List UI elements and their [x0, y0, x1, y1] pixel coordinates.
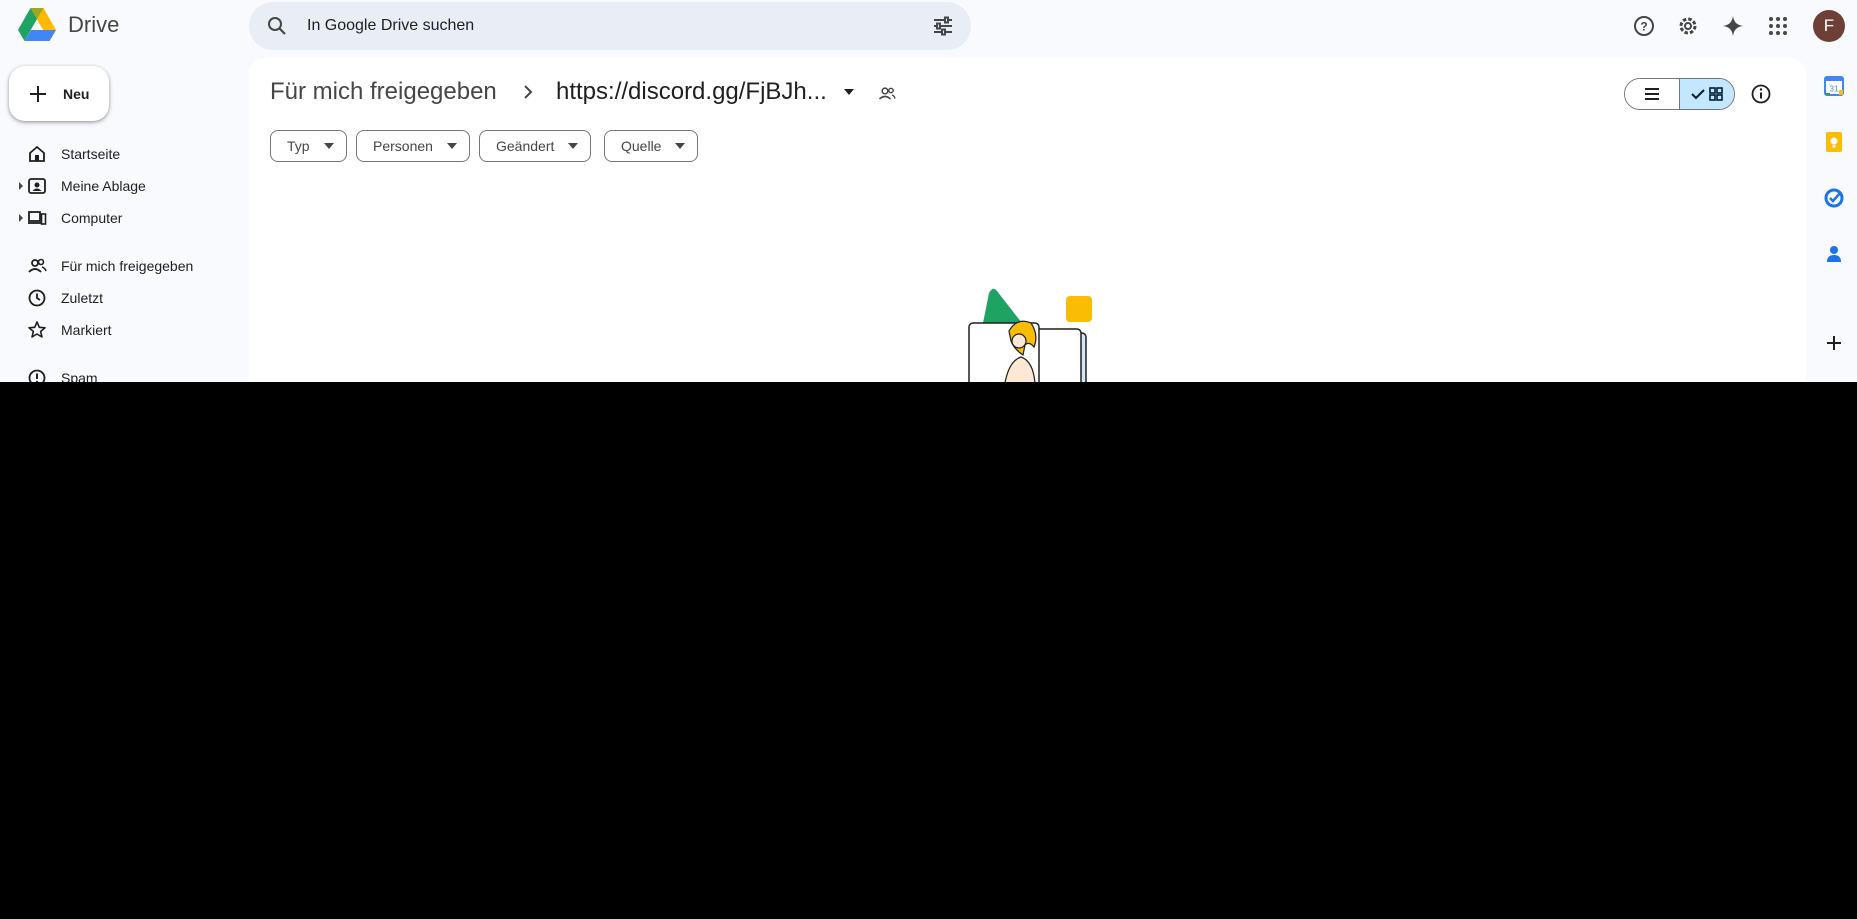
- sidebar-item-starred[interactable]: Markiert: [0, 314, 240, 346]
- apps-grid-icon[interactable]: [1762, 10, 1794, 42]
- sidebar-item-shared[interactable]: Für mich freigegeben: [0, 250, 240, 282]
- my-drive-icon: [28, 178, 46, 194]
- svg-text:31: 31: [1830, 85, 1839, 94]
- info-icon[interactable]: [1749, 82, 1773, 106]
- calendar-icon[interactable]: 31: [1822, 74, 1846, 98]
- drive-window: Drive In Google Drive suchen ? F Neu Sta…: [0, 0, 1857, 382]
- view-toggle[interactable]: [1624, 78, 1735, 110]
- sidebar-item-label: Markiert: [61, 322, 112, 338]
- sidebar-item-home[interactable]: Startseite: [0, 138, 240, 170]
- sidebar-item-computers[interactable]: Computer: [0, 202, 240, 234]
- filter-modified-chip[interactable]: Geändert: [479, 130, 592, 162]
- add-icon[interactable]: [1822, 331, 1846, 355]
- blank-area: [0, 382, 1857, 919]
- search-bar[interactable]: In Google Drive suchen: [249, 2, 971, 50]
- sidebar-item-label: Spam: [61, 370, 98, 382]
- empty-folder-illustration: [968, 288, 1092, 382]
- sidebar-item-label: Für mich freigegeben: [61, 258, 194, 274]
- gemini-sparkle-icon[interactable]: [1717, 10, 1749, 42]
- keep-icon[interactable]: [1822, 130, 1846, 154]
- chip-label: Typ: [287, 138, 310, 154]
- breadcrumb-current[interactable]: https://discord.gg/FjBJh...: [556, 78, 827, 106]
- new-button-label: Neu: [63, 85, 90, 102]
- filter-type-chip[interactable]: Typ: [270, 130, 347, 162]
- check-icon: [1691, 89, 1705, 100]
- sidebar-item-label: Computer: [61, 210, 123, 226]
- shared-folder-icon[interactable]: [877, 84, 897, 104]
- chip-label: Personen: [373, 138, 433, 154]
- svg-text:?: ?: [1640, 20, 1647, 34]
- contacts-icon[interactable]: [1822, 242, 1846, 266]
- sidebar-item-label: Startseite: [61, 146, 121, 162]
- help-icon[interactable]: ?: [1628, 10, 1660, 42]
- new-button[interactable]: Neu: [9, 66, 109, 121]
- search-icon[interactable]: [265, 14, 289, 38]
- main-content: Für mich freigegeben https://discord.gg/…: [249, 58, 1806, 382]
- grid-view-button[interactable]: [1679, 79, 1734, 109]
- spam-icon: [28, 369, 46, 382]
- home-icon: [29, 145, 45, 162]
- recent-icon: [28, 289, 46, 307]
- expand-caret-icon[interactable]: [17, 214, 25, 222]
- sidebar-item-recent[interactable]: Zuletzt: [0, 282, 240, 314]
- sidebar-item-my-drive[interactable]: Meine Ablage: [0, 170, 240, 202]
- breadcrumb-root[interactable]: Für mich freigegeben: [270, 78, 497, 106]
- chevron-down-icon: [675, 143, 686, 149]
- list-icon: [1645, 88, 1659, 100]
- sidebar-item-label: Zuletzt: [61, 290, 104, 306]
- sidebar-item-label: Meine Ablage: [61, 178, 146, 194]
- chip-label: Quelle: [621, 138, 662, 154]
- sidebar-item-spam[interactable]: Spam: [0, 362, 240, 382]
- chevron-right-icon: [524, 85, 533, 99]
- chip-label: Geändert: [496, 138, 555, 154]
- star-icon: [28, 321, 46, 338]
- drive-logo-icon: [18, 8, 56, 41]
- app-name: Drive: [68, 12, 120, 37]
- list-view-button[interactable]: [1625, 79, 1679, 109]
- drive-logo[interactable]: Drive: [18, 8, 119, 42]
- plus-icon: [30, 85, 46, 102]
- chevron-down-icon: [323, 143, 334, 149]
- chevron-down-icon: [568, 143, 579, 149]
- grid-icon: [1709, 87, 1723, 101]
- settings-icon[interactable]: [1672, 10, 1704, 42]
- filter-source-chip[interactable]: Quelle: [604, 130, 699, 162]
- tasks-icon[interactable]: [1822, 186, 1846, 210]
- expand-caret-icon[interactable]: [17, 182, 25, 190]
- filter-people-chip[interactable]: Personen: [356, 130, 470, 162]
- chevron-down-icon[interactable]: [843, 88, 855, 96]
- search-input[interactable]: In Google Drive suchen: [307, 17, 474, 35]
- computers-icon: [28, 211, 47, 225]
- shared-icon: [28, 258, 47, 273]
- account-avatar[interactable]: F: [1813, 10, 1845, 42]
- tune-icon[interactable]: [931, 14, 955, 38]
- chevron-down-icon: [446, 143, 457, 149]
